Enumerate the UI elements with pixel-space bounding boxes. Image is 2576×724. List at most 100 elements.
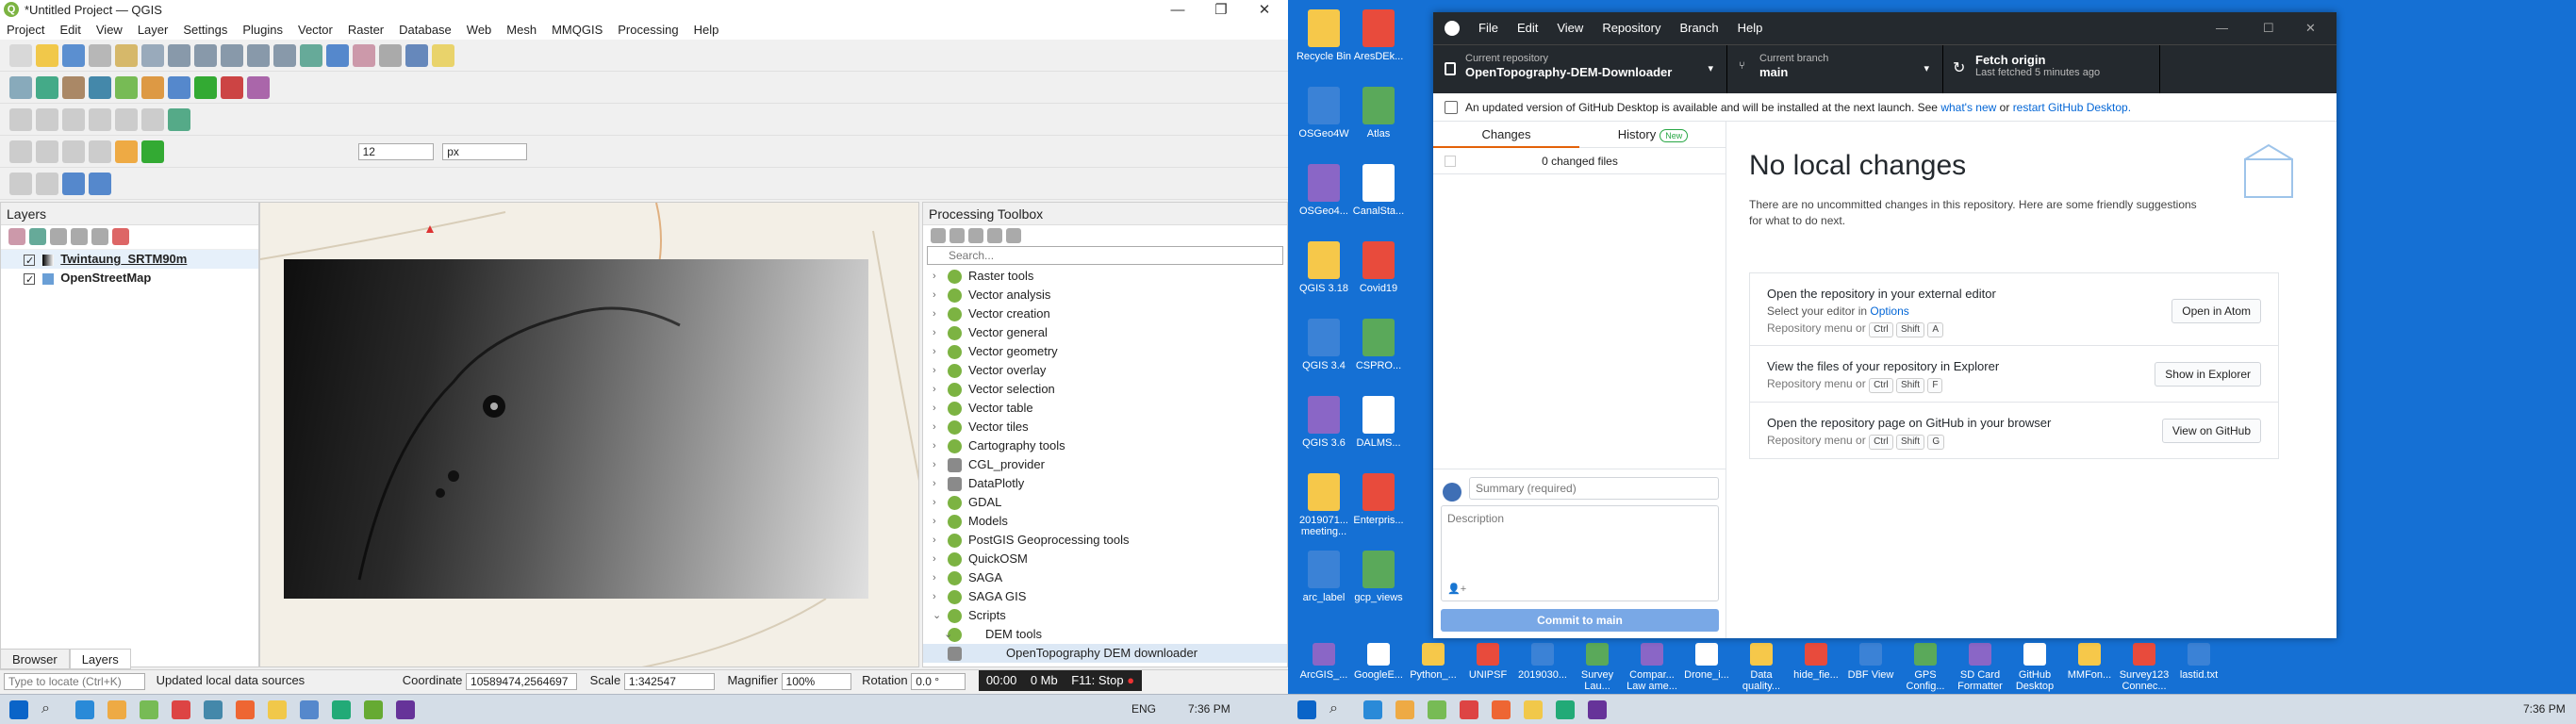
language-indicator[interactable]: ENG	[1131, 702, 1156, 716]
processing-search-input[interactable]: Search...	[927, 246, 1283, 265]
desktop-icon[interactable]: Drone_i...	[1678, 641, 1735, 681]
edge-icon[interactable]	[1363, 700, 1382, 719]
pan-to-selection-icon[interactable]	[141, 44, 164, 67]
options-link[interactable]: Options	[1870, 304, 1908, 318]
qgis-running-icon[interactable]	[364, 700, 383, 719]
add-group-icon[interactable]	[29, 228, 46, 245]
save-project-icon[interactable]	[62, 44, 85, 67]
app-icon[interactable]	[204, 700, 223, 719]
desktop-icon[interactable]: MMFon...	[2061, 641, 2118, 681]
start-icon[interactable]	[1297, 700, 1316, 719]
collapse-all-icon[interactable]	[91, 228, 108, 245]
desktop-icon[interactable]: gcp_views	[1350, 549, 1407, 603]
menu-mesh[interactable]: Mesh	[506, 23, 537, 37]
desktop-icon[interactable]: SD Card Formatter	[1952, 641, 2008, 692]
tree-item-raster-tools[interactable]: › Raster tools	[923, 267, 1287, 286]
delete-feature-icon[interactable]	[89, 108, 111, 131]
restart-link[interactable]: restart GitHub Desktop.	[2013, 101, 2131, 114]
menu-database[interactable]: Database	[399, 23, 452, 37]
select-icon[interactable]	[353, 44, 375, 67]
desktop-icon[interactable]: 2019071... meeting...	[1296, 471, 1352, 537]
gh-minimize-button[interactable]: —	[2216, 12, 2228, 44]
desktop-icon[interactable]: arc_label	[1296, 549, 1352, 603]
map-canvas[interactable]	[259, 202, 919, 667]
search-icon[interactable]: ⌕	[41, 700, 60, 719]
sum-icon[interactable]	[247, 76, 270, 99]
minimize-button[interactable]: —	[1156, 0, 1199, 21]
add-vector-layer-icon[interactable]	[36, 76, 58, 99]
tab-browser[interactable]: Browser	[0, 649, 70, 669]
menu-plugins[interactable]: Plugins	[242, 23, 283, 37]
menu-layer[interactable]: Layer	[138, 23, 169, 37]
gh-menu-repository[interactable]: Repository	[1602, 21, 1660, 35]
tree-item-vector-tiles[interactable]: › Vector tiles	[923, 418, 1287, 436]
menu-processing[interactable]: Processing	[618, 23, 678, 37]
desktop-icon[interactable]: Python_...	[1405, 641, 1461, 681]
tree-item-scripts[interactable]: ⌄ Scripts	[923, 606, 1287, 625]
expand-all-icon[interactable]	[71, 228, 88, 245]
add-raster-layer-icon[interactable]	[62, 76, 85, 99]
label-icon[interactable]	[89, 140, 111, 163]
add-postgis-icon[interactable]	[89, 76, 111, 99]
zoom-in-icon[interactable]	[168, 44, 190, 67]
options-icon[interactable]	[1006, 227, 1021, 243]
models-icon[interactable]	[931, 227, 946, 243]
history-icon[interactable]	[949, 227, 965, 243]
app-icon[interactable]	[300, 700, 319, 719]
desktop-icon[interactable]: DALMS...	[1350, 394, 1407, 449]
desktop-icon[interactable]: UNIPSF	[1460, 641, 1516, 681]
tree-item-vector-creation[interactable]: › Vector creation	[923, 304, 1287, 323]
trace-icon[interactable]	[62, 140, 85, 163]
chrome-icon[interactable]	[107, 700, 126, 719]
menu-project[interactable]: Project	[7, 23, 44, 37]
tree-item-gdal[interactable]: › GDAL	[923, 493, 1287, 512]
description-input[interactable]: Description 👤+	[1441, 505, 1719, 601]
add-coauthor-icon[interactable]: 👤+	[1447, 583, 1466, 595]
tree-item-vector-general[interactable]: › Vector general	[923, 323, 1287, 342]
locate-input[interactable]: Type to locate (Ctrl+K)	[4, 672, 145, 690]
layout-icon[interactable]	[9, 173, 32, 195]
layer-item[interactable]: OpenStreetMap	[1, 269, 258, 289]
github-task-icon[interactable]	[396, 700, 415, 719]
rotate-label-icon[interactable]	[89, 173, 111, 195]
desktop-icon[interactable]: OSGeo4...	[1296, 162, 1352, 217]
layer-item[interactable]: Twintaung_SRTM90m	[1, 250, 258, 271]
summary-input[interactable]: Summary (required)	[1469, 477, 1719, 500]
desktop-icon[interactable]: Atlas	[1350, 85, 1407, 140]
fetch-origin-button[interactable]: ↻ Fetch origin Last fetched 5 minutes ago	[1943, 45, 2160, 94]
desktop-icon[interactable]: Survey Lau...	[1569, 641, 1626, 692]
zoom-full-icon[interactable]	[221, 44, 243, 67]
qgis-task-icon[interactable]	[1428, 700, 1446, 719]
tree-item-vector-selection[interactable]: › Vector selection	[923, 380, 1287, 399]
coordinate-field[interactable]: 10589474,2564697	[466, 672, 578, 690]
select-all-checkbox[interactable]	[1445, 156, 1456, 167]
redo-icon[interactable]	[141, 108, 164, 131]
tree-item-saga[interactable]: › SAGA	[923, 568, 1287, 587]
gh-menu-branch[interactable]: Branch	[1679, 21, 1718, 35]
layer-visibility-checkbox[interactable]	[24, 271, 35, 289]
tab-history[interactable]: History New	[1579, 122, 1726, 148]
menu-vector[interactable]: Vector	[298, 23, 333, 37]
new-project-icon[interactable]	[9, 44, 32, 67]
start-icon[interactable]	[9, 700, 28, 719]
move-label-icon[interactable]	[62, 173, 85, 195]
tree-item-cartography-tools[interactable]: › Cartography tools	[923, 436, 1287, 455]
tree-item-vector-table[interactable]: › Vector table	[923, 399, 1287, 418]
whats-new-link[interactable]: what's new	[1940, 101, 1996, 114]
desktop-icon[interactable]: QGIS 3.18	[1296, 239, 1352, 294]
desktop-icon[interactable]: QGIS 3.6	[1296, 394, 1352, 449]
annotation-icon[interactable]	[432, 44, 454, 67]
filter-icon[interactable]	[50, 228, 67, 245]
tree-item-vector-overlay[interactable]: › Vector overlay	[923, 361, 1287, 380]
desktop-icon[interactable]: ArcGIS_...	[1296, 641, 1352, 681]
desktop-icon[interactable]: CanalSta...	[1350, 162, 1407, 217]
desktop-icon[interactable]: Compar... Law ame...	[1624, 641, 1680, 692]
zoom-layer-icon[interactable]	[247, 44, 270, 67]
open-in-atom-button[interactable]: Open in Atom	[2171, 299, 2261, 323]
tree-item-models[interactable]: › Models	[923, 512, 1287, 531]
chrome-icon[interactable]	[1395, 700, 1414, 719]
gh-menu-edit[interactable]: Edit	[1517, 21, 1538, 35]
excel-icon[interactable]	[332, 700, 351, 719]
app-icon[interactable]	[172, 700, 190, 719]
unit-select[interactable]: px	[442, 143, 528, 160]
